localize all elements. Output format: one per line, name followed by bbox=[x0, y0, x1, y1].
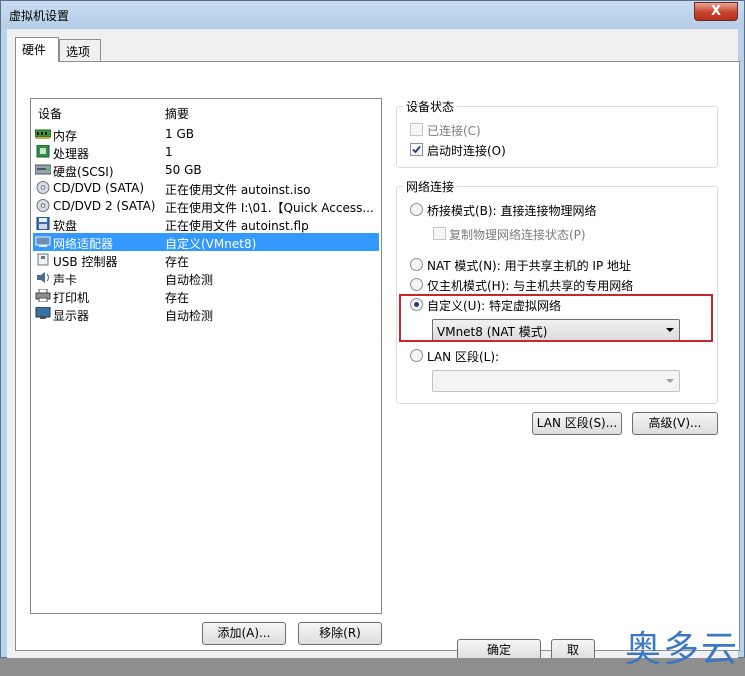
device-name: 打印机 bbox=[53, 291, 90, 305]
watermark-text: 奥多云 bbox=[624, 629, 739, 670]
close-button[interactable]: X bbox=[694, 2, 738, 21]
memory-icon bbox=[34, 127, 52, 140]
lan-segments-button[interactable]: LAN 区段(S)... bbox=[532, 412, 622, 435]
device-summary: 1 bbox=[165, 145, 173, 159]
network-adapter-icon bbox=[35, 235, 51, 248]
advanced-button[interactable]: 高级(V)... bbox=[632, 412, 718, 435]
device-row-memory[interactable]: 内存 1 GB bbox=[33, 125, 379, 143]
printer-icon bbox=[35, 288, 51, 303]
device-name: 显示器 bbox=[53, 309, 90, 323]
display-icon bbox=[35, 306, 51, 320]
device-name: CD/DVD (SATA) bbox=[53, 181, 145, 195]
sound-card-icon bbox=[35, 271, 51, 284]
lan-segment-radio[interactable] bbox=[410, 349, 423, 362]
tab-options-label: 选项 bbox=[66, 45, 91, 59]
device-name: CD/DVD 2 (SATA) bbox=[53, 199, 156, 213]
device-row-usb[interactable]: USB 控制器 存在 bbox=[33, 251, 379, 269]
bridged-radio[interactable] bbox=[410, 203, 423, 216]
dialog-body: 硬件 选项 设备 摘要 内存 1 GB 处理器 1 硬盘(SCSI) 50 GB… bbox=[7, 29, 740, 661]
device-list[interactable]: 设备 摘要 内存 1 GB 处理器 1 硬盘(SCSI) 50 GB CD/DV… bbox=[30, 98, 382, 614]
device-status-title: 设备状态 bbox=[403, 98, 458, 115]
device-name: 处理器 bbox=[53, 147, 90, 161]
device-name: 声卡 bbox=[53, 273, 78, 287]
floppy-icon bbox=[35, 216, 51, 231]
device-summary: 50 GB bbox=[165, 163, 202, 177]
host-only-label: 仅主机模式(H): 与主机共享的专用网络 bbox=[427, 279, 634, 293]
device-row-cd-dvd-2[interactable]: CD/DVD 2 (SATA) 正在使用文件 I:\01.【Quick Acce… bbox=[33, 197, 379, 215]
hardware-panel: 设备 摘要 内存 1 GB 处理器 1 硬盘(SCSI) 50 GB CD/DV… bbox=[15, 61, 740, 651]
replicate-state-label: 复制物理网络连接状态(P) bbox=[449, 228, 586, 242]
summary-column-header[interactable]: 摘要 bbox=[165, 105, 189, 122]
device-row-network-adapter[interactable]: 网络适配器 自定义(VMnet8) bbox=[33, 233, 379, 251]
device-summary: 自动检测 bbox=[165, 309, 214, 323]
cd-dvd-icon bbox=[35, 181, 51, 194]
window-title: 虚拟机设置 bbox=[9, 9, 70, 23]
title-bar[interactable]: 虚拟机设置 X bbox=[1, 1, 744, 29]
usb-icon bbox=[35, 253, 51, 266]
network-connection-title: 网络连接 bbox=[403, 178, 458, 195]
remove-device-button[interactable]: 移除(R) bbox=[298, 622, 382, 645]
device-name: USB 控制器 bbox=[53, 255, 118, 269]
tab-hardware[interactable]: 硬件 bbox=[15, 37, 59, 62]
device-row-cd-dvd[interactable]: CD/DVD (SATA) 正在使用文件 autoinst.iso bbox=[33, 179, 379, 197]
device-name: 网络适配器 bbox=[53, 237, 114, 251]
processor-icon bbox=[35, 144, 51, 158]
replicate-state-checkbox[interactable] bbox=[433, 227, 446, 240]
connected-label: 已连接(C) bbox=[427, 124, 481, 138]
chevron-down-icon bbox=[666, 379, 674, 383]
device-row-hard-disk[interactable]: 硬盘(SCSI) 50 GB bbox=[33, 161, 379, 179]
device-summary: 自动检测 bbox=[165, 273, 214, 287]
lan-segment-select[interactable] bbox=[432, 370, 680, 392]
nat-radio[interactable] bbox=[410, 258, 423, 271]
device-summary: 正在使用文件 autoinst.flp bbox=[165, 219, 309, 233]
device-name: 硬盘(SCSI) bbox=[53, 165, 114, 179]
device-row-sound-card[interactable]: 声卡 自动检测 bbox=[33, 269, 379, 287]
host-only-radio[interactable] bbox=[410, 278, 423, 291]
device-row-processor[interactable]: 处理器 1 bbox=[33, 143, 379, 161]
hard-disk-icon bbox=[34, 163, 52, 176]
device-name: 软盘 bbox=[53, 219, 78, 233]
device-summary: 1 GB bbox=[165, 127, 194, 141]
connect-at-power-on-checkbox[interactable] bbox=[410, 143, 423, 156]
device-name: 内存 bbox=[53, 129, 78, 143]
tab-options[interactable]: 选项 bbox=[59, 39, 101, 61]
device-row-printer[interactable]: 打印机 存在 bbox=[33, 287, 379, 305]
device-summary: 正在使用文件 I:\01.【Quick Access... bbox=[165, 201, 374, 215]
connected-checkbox[interactable] bbox=[410, 123, 423, 136]
device-summary: 正在使用文件 autoinst.iso bbox=[165, 183, 311, 197]
device-row-floppy[interactable]: 软盘 正在使用文件 autoinst.flp bbox=[33, 215, 379, 233]
tab-hardware-label: 硬件 bbox=[22, 43, 47, 57]
device-summary: 存在 bbox=[165, 255, 190, 269]
connect-at-power-on-label: 启动时连接(O) bbox=[427, 144, 506, 158]
device-column-header[interactable]: 设备 bbox=[38, 105, 62, 122]
highlight-annotation-box bbox=[399, 294, 713, 342]
bridged-label: 桥接模式(B): 直接连接物理网络 bbox=[427, 204, 597, 218]
device-summary: 存在 bbox=[165, 291, 190, 305]
vm-settings-window: 虚拟机设置 X 硬件 选项 设备 摘要 内存 1 GB 处理器 1 硬盘(SCS… bbox=[0, 0, 745, 661]
device-row-display[interactable]: 显示器 自动检测 bbox=[33, 305, 379, 323]
lan-segment-label: LAN 区段(L): bbox=[427, 350, 500, 364]
cd-dvd-icon bbox=[35, 199, 51, 212]
device-status-group: 设备状态 已连接(C) 启动时连接(O) bbox=[396, 98, 718, 168]
add-device-button[interactable]: 添加(A)... bbox=[202, 622, 286, 645]
device-summary: 自定义(VMnet8) bbox=[165, 237, 257, 251]
nat-label: NAT 模式(N): 用于共享主机的 IP 地址 bbox=[427, 259, 632, 273]
